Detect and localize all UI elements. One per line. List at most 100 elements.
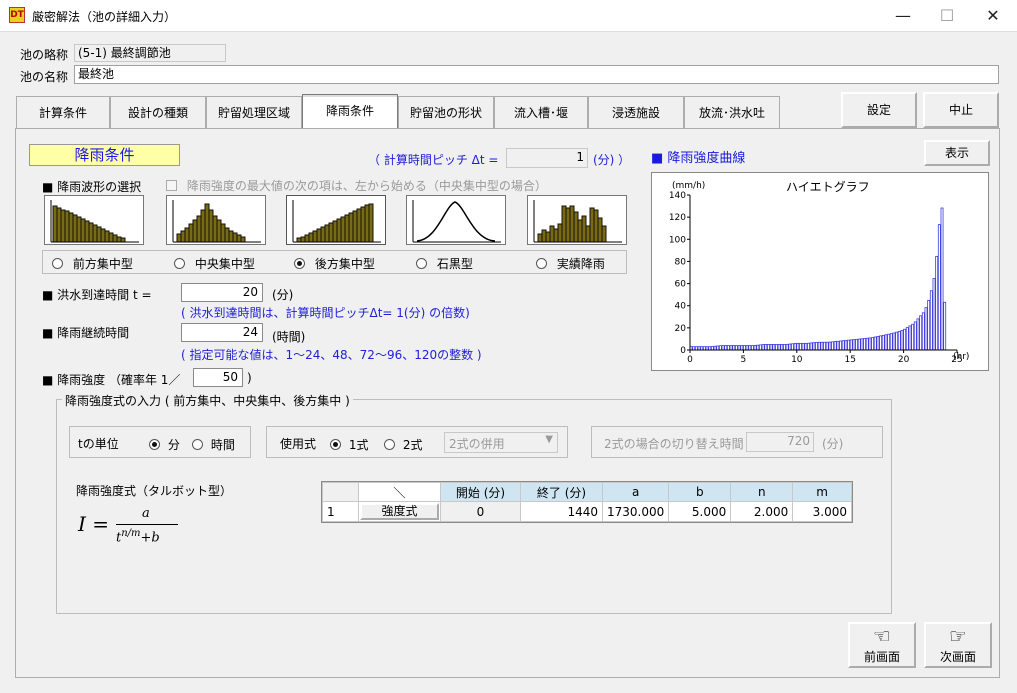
- thumb-front-loaded[interactable]: [44, 195, 144, 245]
- tab-infiltration[interactable]: 浸透施設: [588, 96, 684, 130]
- tab-rainfall-conditions[interactable]: 降雨条件: [302, 94, 398, 130]
- checkbox-box[interactable]: [166, 180, 177, 191]
- tab-discharge-spillway[interactable]: 放流･洪水吐: [684, 96, 780, 130]
- hyetograph-bar: [852, 339, 856, 351]
- waveform-label: ■ 降雨波形の選択: [42, 180, 142, 194]
- y-tick-label: 20: [675, 324, 687, 334]
- hyetograph-bar: [737, 345, 741, 351]
- settings-button[interactable]: 設定: [841, 92, 917, 128]
- short-name-label: 池の略称: [20, 48, 69, 62]
- radio-label: 実績降雨: [556, 257, 605, 271]
- hyetograph-bar: [748, 345, 752, 351]
- combined-combo[interactable]: 2式の併用 ▼: [444, 432, 558, 453]
- hyetograph-bar: [844, 340, 848, 351]
- next-screen-button[interactable]: ☞ 次画面: [924, 622, 992, 668]
- header-cell: m: [792, 482, 852, 502]
- name-input[interactable]: 最終池: [74, 65, 999, 84]
- app-icon: DT: [9, 7, 25, 23]
- end-cell[interactable]: 1440: [520, 501, 603, 522]
- hyetograph-bar: [783, 344, 786, 351]
- flood-time-label: ■ 洪水到達時間 t =: [42, 288, 152, 302]
- hyetograph-bar: [857, 338, 861, 351]
- hyetograph-bar: [793, 343, 797, 351]
- maximize-button[interactable]: ☐: [924, 0, 970, 32]
- back-loaded-icon: [292, 200, 381, 243]
- radio-circle[interactable]: [52, 258, 63, 269]
- hyetograph-bar: [812, 342, 816, 351]
- hyetograph-bar: [860, 338, 864, 351]
- duration-input[interactable]: 24: [181, 323, 263, 342]
- tab-pond-shape[interactable]: 貯留池の形状: [398, 96, 494, 130]
- hyetograph-bar: [916, 318, 920, 351]
- radio-circle[interactable]: [384, 439, 395, 450]
- formula-cell[interactable]: 強度式: [358, 501, 441, 522]
- table-row[interactable]: 1 強度式 0 1440 1730.000 5.000 2.000 3.000: [322, 501, 852, 522]
- tab-storage-area[interactable]: 貯留処理区域: [206, 96, 302, 130]
- n-cell[interactable]: 2.000: [730, 501, 794, 522]
- hyetograph-bar: [836, 340, 840, 351]
- name-label: 池の名称: [20, 70, 69, 84]
- radio-ishiguro[interactable]: 石黒型: [416, 255, 473, 272]
- tab-inflow-weir[interactable]: 流入槽･堰: [494, 96, 588, 130]
- pitch-field: 1: [506, 148, 588, 168]
- minimize-button[interactable]: —: [880, 0, 926, 32]
- radio-circle[interactable]: [174, 258, 185, 269]
- tab-design-type[interactable]: 設計の種類: [110, 96, 206, 130]
- waveform-checkbox[interactable]: 降雨強度の最大値の次の項は、左から始める（中央集中型の場合）: [166, 177, 547, 194]
- start-cell[interactable]: 0: [440, 501, 521, 522]
- m-cell[interactable]: 3.000: [792, 501, 852, 522]
- intensity-formula-button[interactable]: 強度式: [360, 503, 439, 520]
- hyetograph-bar: [751, 345, 754, 351]
- thumb-actual-rainfall[interactable]: [527, 195, 627, 245]
- x-tick-label: 10: [791, 355, 803, 365]
- hyetograph-bar: [919, 315, 923, 351]
- prev-screen-button[interactable]: ☜ 前画面: [848, 622, 916, 668]
- radio-actual-rainfall[interactable]: 実績降雨: [536, 255, 605, 272]
- formula-group-title: 降雨強度式の入力 ( 前方集中、中央集中、後方集中 ): [62, 392, 353, 409]
- radio-two-formula[interactable]: 2式: [384, 436, 422, 453]
- hyetograph-bar: [879, 335, 883, 351]
- hyetograph-bar: [855, 338, 859, 351]
- waveform-checkbox-label: 降雨強度の最大値の次の項は、左から始める（中央集中型の場合）: [186, 179, 547, 193]
- hyetograph-bar: [943, 301, 947, 351]
- flood-time-input[interactable]: 20: [181, 283, 263, 302]
- radio-circle-selected[interactable]: [330, 439, 341, 450]
- radio-circle[interactable]: [416, 258, 427, 269]
- show-graph-button[interactable]: 表示: [924, 140, 990, 166]
- thumb-ishiguro[interactable]: [406, 195, 506, 245]
- talbot-formula: I = a tn/m+b: [78, 506, 208, 548]
- hyetograph-bar: [796, 342, 800, 351]
- hyetograph-bar: [839, 340, 842, 351]
- radio-circle-selected[interactable]: [294, 258, 305, 269]
- radio-center-loaded[interactable]: 中央集中型: [174, 255, 255, 272]
- hyetograph-bar: [772, 344, 776, 351]
- return-period-input[interactable]: 50: [193, 368, 243, 387]
- next-label: 次画面: [939, 650, 976, 664]
- prev-label: 前画面: [863, 650, 900, 664]
- hyetograph-bar: [780, 344, 784, 351]
- hyetograph-bar: [825, 341, 829, 351]
- cancel-button[interactable]: 中止: [923, 92, 999, 128]
- radio-hours[interactable]: 時間: [192, 436, 235, 453]
- radio-front-loaded[interactable]: 前方集中型: [52, 255, 133, 272]
- hyetograph-bar: [809, 342, 813, 351]
- hyetograph-bar: [833, 341, 837, 351]
- radio-back-loaded[interactable]: 後方集中型: [294, 255, 375, 272]
- radio-one-formula[interactable]: 1式: [330, 436, 368, 453]
- a-cell[interactable]: 1730.000: [601, 501, 670, 522]
- b-cell[interactable]: 5.000: [668, 501, 732, 522]
- hyetograph-bar: [775, 344, 778, 351]
- hyetograph-bar: [905, 327, 909, 351]
- thumb-back-loaded[interactable]: [286, 195, 386, 245]
- radio-label: 時間: [210, 438, 235, 452]
- radio-circle[interactable]: [536, 258, 547, 269]
- thumb-center-loaded[interactable]: [166, 195, 266, 245]
- close-button[interactable]: ✕: [970, 0, 1016, 32]
- pitch-unit: (分) ）: [593, 153, 631, 167]
- radio-circle[interactable]: [192, 439, 203, 450]
- hyetograph-bar: [935, 255, 939, 351]
- radio-minutes[interactable]: 分: [149, 436, 180, 453]
- tab-calc-conditions[interactable]: 計算条件: [16, 96, 110, 130]
- radio-circle-selected[interactable]: [149, 439, 160, 450]
- hyetograph-bar: [740, 345, 744, 351]
